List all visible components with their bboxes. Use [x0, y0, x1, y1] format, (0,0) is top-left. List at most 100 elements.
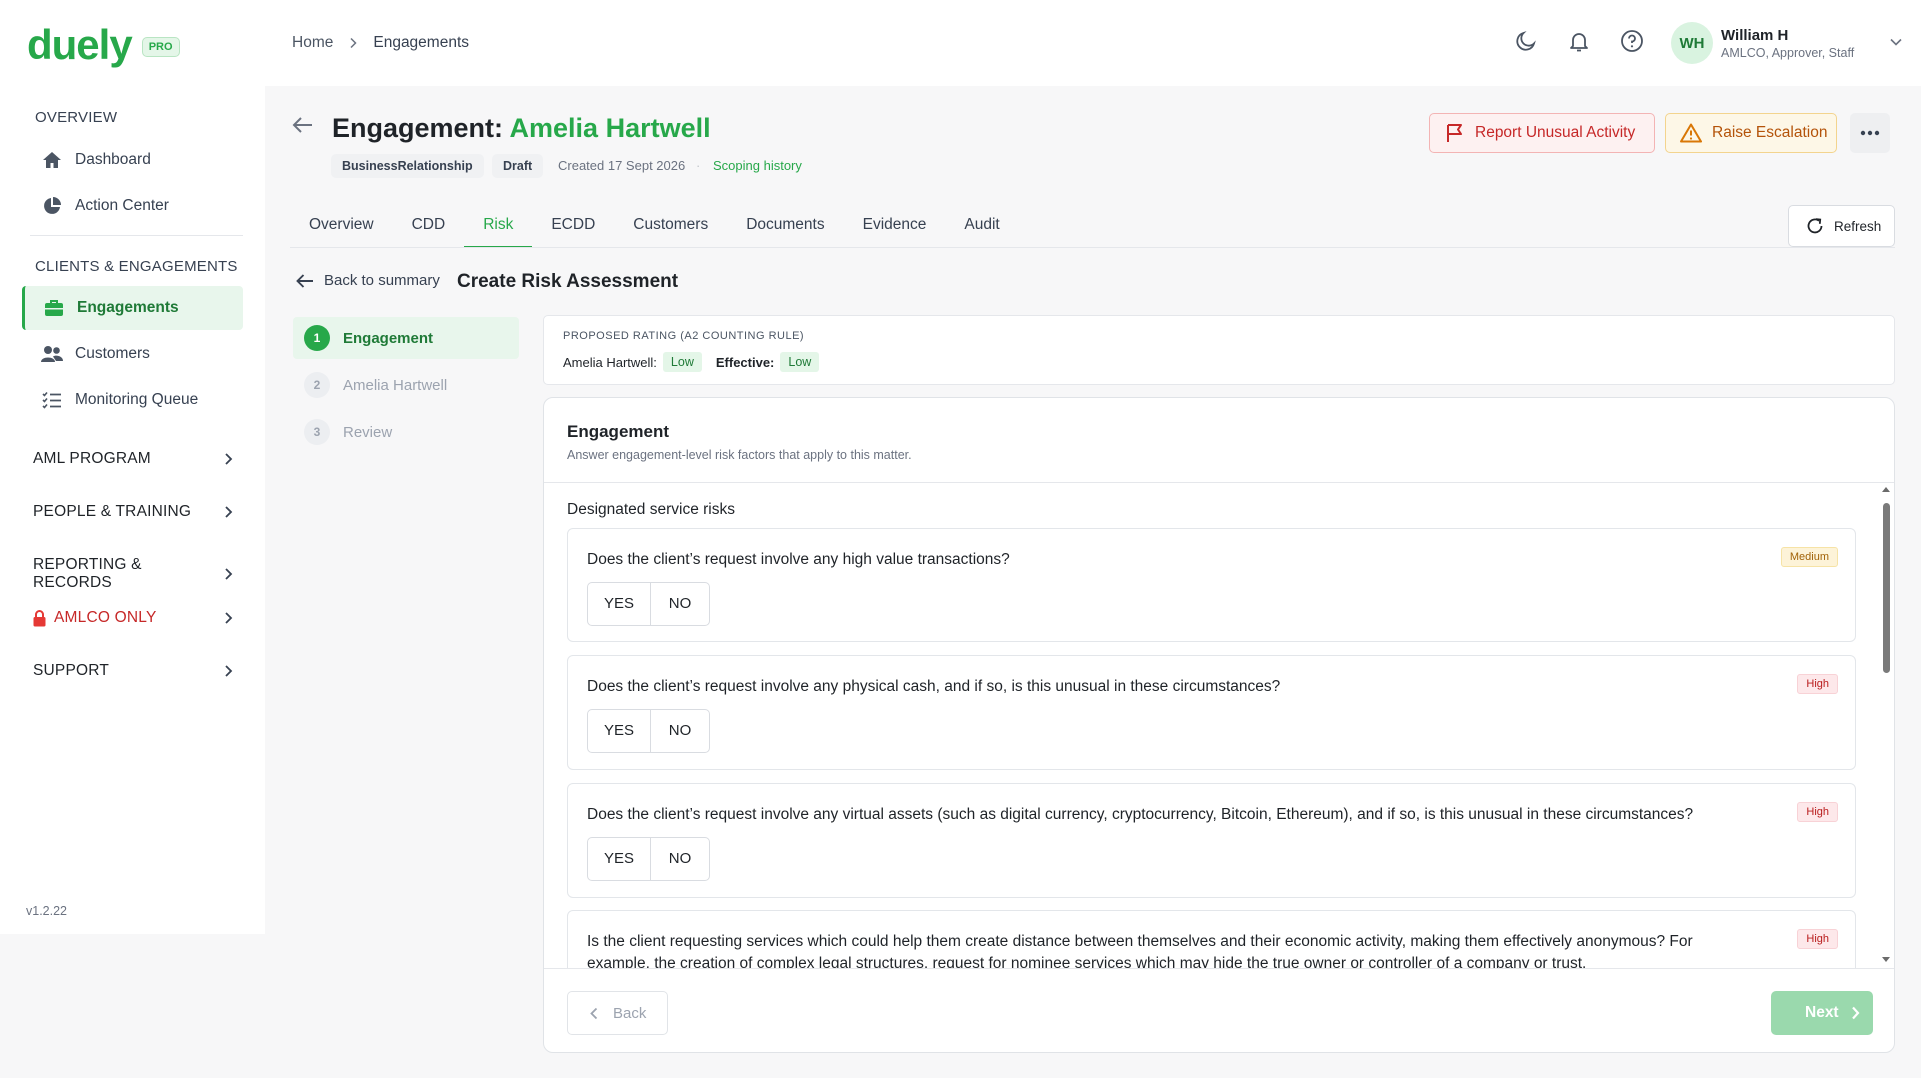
report-button-label: Report Unusual Activity [1475, 124, 1636, 141]
sidebar-item-monitoring-queue[interactable]: Monitoring Queue [22, 378, 243, 422]
created-date: Created 17 Sept 2026 [558, 158, 686, 173]
yes-no-toggle: YES NO [587, 582, 710, 626]
lock-icon [33, 609, 46, 627]
chevron-down-icon[interactable] [1881, 27, 1911, 57]
tab-ecdd[interactable]: ECDD [532, 202, 614, 248]
question-text: Does the client’s request involve any vi… [587, 806, 1694, 823]
app-version: v1.2.22 [26, 904, 68, 918]
scoping-history-link[interactable]: Scoping history [713, 158, 802, 173]
no-button[interactable]: NO [650, 710, 709, 752]
page-title: Engagement: Amelia Hartwell [332, 113, 711, 144]
next-button[interactable]: Next [1771, 991, 1873, 1035]
step-number: 2 [304, 372, 330, 398]
more-horizontal-icon [1860, 130, 1880, 136]
question-card: Does the client’s request involve any ph… [567, 655, 1856, 770]
refresh-icon [1806, 217, 1824, 235]
home-icon [41, 149, 63, 171]
sidebar-item-label: Dashboard [75, 151, 151, 168]
sidebar-item-label: Action Center [75, 197, 169, 214]
yes-no-toggle: YES NO [587, 837, 710, 881]
sidebar-group-support[interactable]: SUPPORT [33, 662, 233, 680]
sidebar-item-action-center[interactable]: Action Center [22, 184, 243, 228]
step-number: 3 [304, 419, 330, 445]
tab-overview[interactable]: Overview [290, 202, 393, 248]
scrollbar-thumb[interactable] [1883, 503, 1890, 673]
no-button[interactable]: NO [650, 583, 709, 625]
sidebar-item-label: Customers [75, 345, 150, 362]
sidebar-group-reporting-records[interactable]: REPORTING & RECORDS [33, 556, 233, 592]
step-label: Engagement [343, 329, 434, 347]
yes-button[interactable]: YES [588, 710, 650, 752]
question-text: Does the client’s request involve any ph… [587, 678, 1281, 695]
tab-documents[interactable]: Documents [727, 202, 843, 248]
risk-badge: High [1797, 802, 1838, 822]
step-customer[interactable]: 2 Amelia Hartwell [293, 364, 519, 406]
tab-evidence[interactable]: Evidence [844, 202, 946, 248]
question-card: Is the client requesting services which … [567, 910, 1856, 968]
effective-rating-badge: Low [780, 352, 820, 372]
proposed-rating-box: PROPOSED RATING (A2 COUNTING RULE) Ameli… [543, 315, 1895, 385]
tab-risk[interactable]: Risk [464, 202, 533, 248]
user-name[interactable]: William H [1721, 27, 1788, 44]
tab-bar: Overview CDD Risk ECDD Customers Documen… [290, 202, 1019, 248]
chevron-right-icon [223, 664, 233, 678]
more-options-button[interactable] [1850, 113, 1890, 153]
sidebar-group-label: PEOPLE & TRAINING [33, 503, 192, 520]
chevron-right-icon [223, 611, 233, 625]
users-icon [41, 343, 63, 365]
avatar[interactable]: WH [1671, 22, 1713, 64]
report-unusual-activity-button[interactable]: Report Unusual Activity [1429, 113, 1655, 153]
dark-mode-moon-icon[interactable] [1511, 26, 1541, 56]
brand-logo[interactable]: duely PRO [27, 22, 180, 68]
tab-cdd[interactable]: CDD [393, 202, 465, 248]
yes-button[interactable]: YES [588, 583, 650, 625]
no-button[interactable]: NO [650, 838, 709, 880]
status-badge: Draft [492, 154, 544, 178]
client-rating-badge: Low [662, 352, 702, 372]
chevron-right-icon [223, 567, 233, 581]
sidebar-item-engagements[interactable]: Engagements [22, 286, 243, 330]
sidebar-group-amlco-only[interactable]: AMLCO ONLY [33, 609, 233, 627]
tab-audit[interactable]: Audit [945, 202, 1018, 248]
type-chip: BusinessRelationship [331, 154, 484, 178]
questions-scroll-area[interactable]: Designated service risks Does the client… [544, 483, 1894, 968]
chevron-right-icon [223, 452, 233, 466]
breadcrumb-home[interactable]: Home [292, 34, 333, 52]
breadcrumb: Home Engagements [292, 34, 469, 52]
sidebar-item-label: Engagements [77, 299, 179, 316]
bell-icon[interactable] [1564, 26, 1594, 56]
question-card: Does the client’s request involve any hi… [567, 528, 1856, 642]
yes-button[interactable]: YES [588, 838, 650, 880]
question-card: Does the client’s request involve any vi… [567, 783, 1856, 898]
list-check-icon [41, 389, 63, 411]
yes-no-toggle: YES NO [587, 709, 710, 753]
tab-customers[interactable]: Customers [614, 202, 727, 248]
back-button[interactable]: Back [567, 991, 668, 1035]
brand-name: duely [27, 21, 133, 68]
sidebar-item-dashboard[interactable]: Dashboard [22, 138, 243, 182]
sidebar-group-label: AMLCO ONLY [54, 609, 157, 626]
step-engagement[interactable]: 1 Engagement [293, 317, 519, 359]
back-arrow-icon[interactable] [292, 116, 314, 134]
sidebar-group-label: SUPPORT [33, 662, 110, 679]
sidebar-item-customers[interactable]: Customers [22, 332, 243, 376]
step-review[interactable]: 3 Review [293, 411, 519, 453]
sidebar-item-label: Monitoring Queue [75, 391, 199, 408]
clients-heading: CLIENTS & ENGAGEMENTS [35, 258, 238, 275]
sidebar-group-aml-program[interactable]: AML PROGRAM [33, 450, 233, 468]
risk-badge: High [1797, 929, 1838, 949]
raise-escalation-button[interactable]: Raise Escalation [1665, 113, 1837, 153]
separator-dot: · [696, 158, 701, 173]
refresh-button[interactable]: Refresh [1788, 205, 1895, 247]
panel-title: Engagement [567, 422, 670, 441]
back-to-summary-link[interactable]: Back to summary [295, 272, 440, 289]
sidebar-group-people-training[interactable]: PEOPLE & TRAINING [33, 503, 233, 521]
help-icon[interactable] [1617, 26, 1647, 56]
risk-badge: High [1797, 674, 1838, 694]
briefcase-icon [43, 297, 65, 319]
step-label: Amelia Hartwell [343, 376, 448, 394]
back-to-summary-label: Back to summary [324, 272, 440, 289]
sidebar-group-label: REPORTING & RECORDS [33, 556, 142, 591]
user-role: AMLCO, Approver, Staff [1721, 46, 1855, 60]
step-number: 1 [304, 325, 330, 351]
